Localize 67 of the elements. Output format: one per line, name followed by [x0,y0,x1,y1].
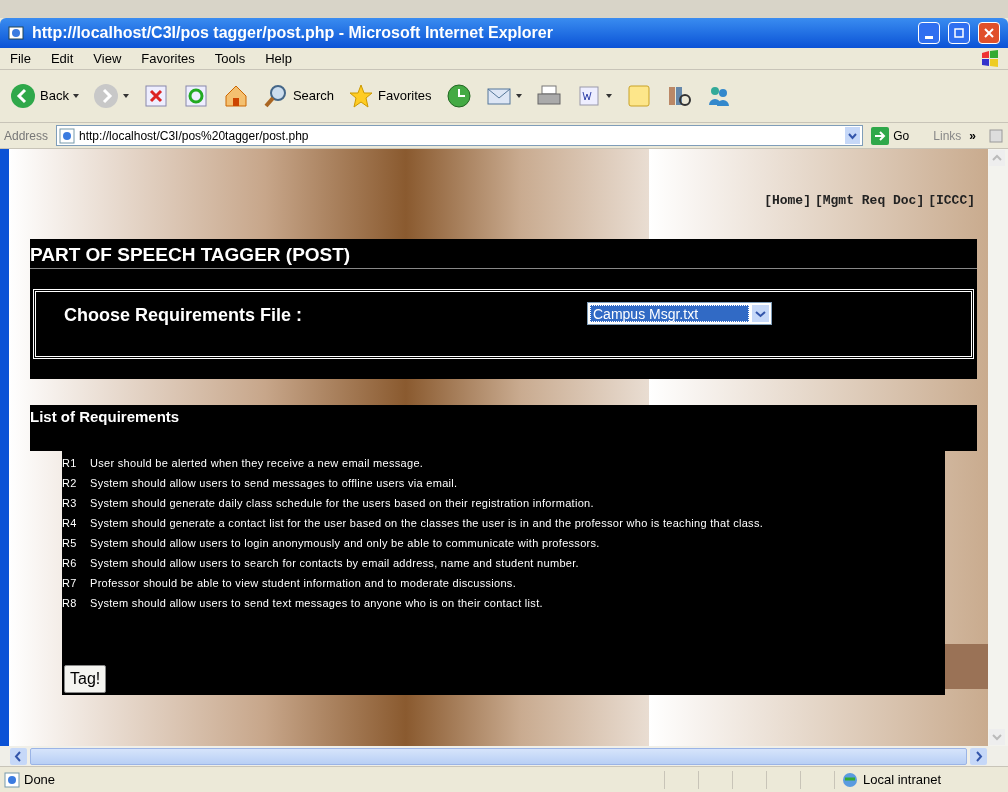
tag-button[interactable]: Tag! [64,665,107,693]
requirement-text: System should allow users to send text messages to anyone who is on their contact list. [90,595,543,611]
address-label: Address [4,127,50,145]
close-icon [983,27,995,39]
requirement-text: System should generate a contact list for the user based on the classes the user is in and the professor who is teaching that class. [90,515,764,531]
nav-link[interactable]: [Mgmt Req Doc] [814,191,925,211]
stop-icon [142,83,169,109]
note-icon [625,83,652,109]
menu-item[interactable]: Favorites [139,48,197,69]
windows-logo-icon [980,48,1000,69]
menu-item[interactable]: Edit [48,48,76,69]
search-button[interactable]: Search [260,79,337,113]
requirement-id: R3 [62,495,78,511]
page-icon [59,127,76,144]
requirement-text: System should allow users to login anonymously and only be able to communicate with professors. [90,535,600,551]
requirement-text: User should be alerted when they receive a new email message. [90,455,424,471]
window-title: http://localhost/C3I/pos tagger/post.php - Microsoft Internet Explorer [32,23,554,43]
nav-link[interactable]: [Home] [764,191,811,211]
page-icon [4,771,20,788]
minimize-icon [925,36,933,39]
list-heading: List of Requirements [30,408,180,425]
status-text: Done [24,770,57,789]
close-button[interactable] [978,22,1000,44]
scroll-left-icon[interactable] [9,746,28,766]
requirement-id: R4 [62,515,78,531]
globe-icon [841,770,859,789]
menu-item[interactable]: Help [263,48,294,69]
favorites-button[interactable]: Favorites [346,79,434,113]
requirement-text: System should generate daily class schedule for the users based on their registration information. [90,495,594,511]
clock-icon [445,83,472,109]
refresh-icon [182,83,209,109]
page-icon [8,25,24,41]
zone-label: Local intranet [863,770,942,789]
requirement-id: R1 [62,455,78,471]
caret-icon [515,94,522,98]
requirement-id: R7 [62,575,78,591]
file-select[interactable]: Campus Msgr.txt [587,302,772,325]
requirement-id: R2 [62,475,78,491]
horizontal-scrollbar[interactable] [0,746,1008,766]
maximize-button[interactable] [948,22,970,44]
requirement-id: R5 [62,535,78,551]
caret-icon [122,94,129,98]
requirement-id: R6 [62,555,78,571]
menu-item[interactable]: View [91,48,124,69]
form-label: Choose Requirements File : [64,304,304,327]
caret-icon [605,94,612,98]
nav-link[interactable]: [ICCC] [928,191,975,211]
star-icon [348,83,375,109]
minimize-button[interactable] [918,22,940,44]
address-field[interactable]: http://localhost/C3I/pos%20tagger/post.php [56,125,864,146]
requirement-text: Professor should be able to view student information and to moderate discussions. [90,575,517,591]
scroll-thumb[interactable] [30,747,967,765]
caret-icon [72,94,79,98]
home-icon [222,83,249,109]
requirement-text: System should allow users to search for contacts by email address, name and student number. [90,555,579,571]
scroll-right-icon[interactable] [969,746,988,766]
go-button[interactable]: Go [867,126,914,145]
maximize-icon [953,27,965,39]
requirement-text: System should allow users to send messages to offline users via email. [90,475,458,491]
chevron-button[interactable]: » [969,126,976,145]
page-heading: PART OF SPEECH TAGGER (POST) [30,243,351,267]
menu-item[interactable]: Tools [212,48,248,69]
menu-item[interactable]: File [8,48,33,69]
search-icon [262,83,289,109]
requirement-id: R8 [62,595,78,611]
links-label: Links [933,127,962,145]
back-button[interactable]: Back [8,79,81,113]
